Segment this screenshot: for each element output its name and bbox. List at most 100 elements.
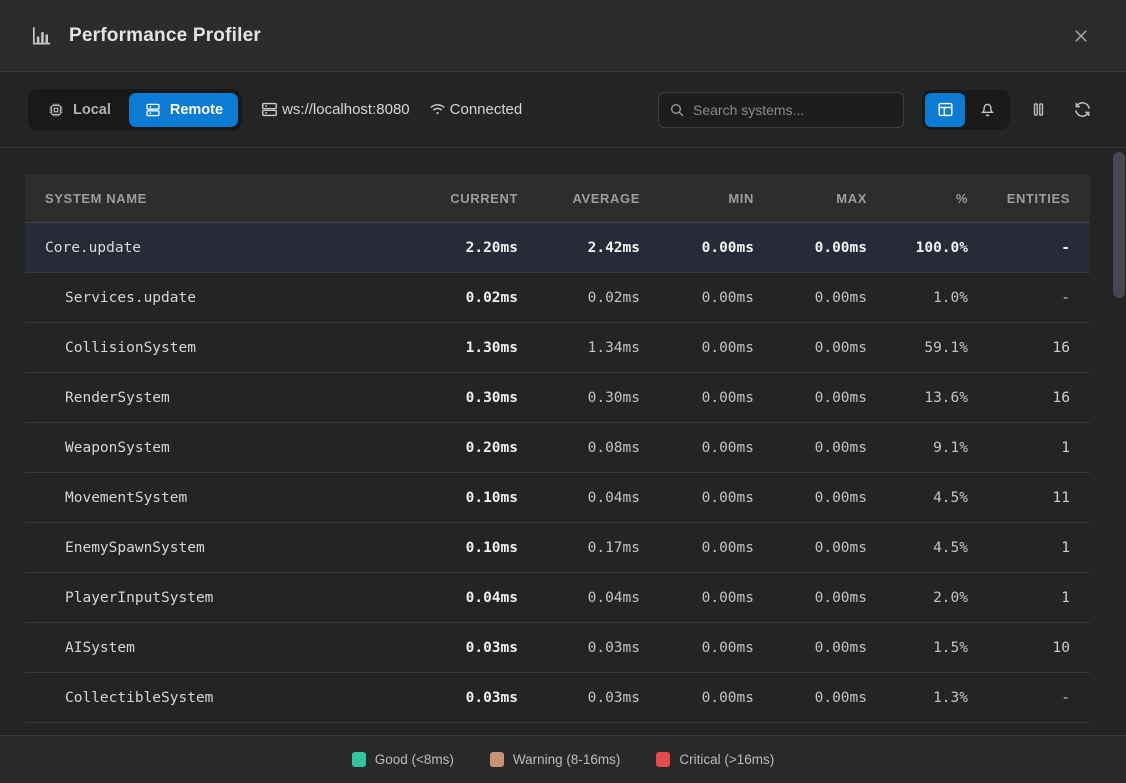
good-swatch [352,752,366,767]
table-row[interactable]: Core.update 2.20ms 2.42ms 0.00ms 0.00ms … [25,223,1090,273]
alerts-button[interactable] [967,93,1007,127]
scrollbar-thumb[interactable] [1113,152,1125,298]
min-cell: 0.00ms [642,440,756,456]
average-cell: 0.04ms [520,490,642,506]
max-cell: 0.00ms [756,640,869,656]
search-box [658,92,904,128]
bell-icon [978,100,997,119]
system-name-cell: Services.update [25,290,408,306]
table-view-icon [936,100,955,119]
connection-status-text: Connected [450,101,523,118]
max-cell: 0.00ms [756,340,869,356]
entities-cell: 1 [970,590,1090,606]
col-average: AVERAGE [520,191,642,206]
toolbar: Local Remote ws://localhost:808 [0,72,1126,148]
current-cell: 0.30ms [408,390,520,406]
connection-url-text: ws://localhost:8080 [282,101,410,118]
current-cell: 0.02ms [408,290,520,306]
table-row[interactable]: Services.update 0.02ms 0.02ms 0.00ms 0.0… [25,273,1090,323]
current-cell: 0.10ms [408,540,520,556]
max-cell: 0.00ms [756,240,869,256]
remote-label: Remote [170,102,223,118]
wifi-icon [428,100,447,119]
table-row[interactable]: EnemySpawnSystem 0.10ms 0.17ms 0.00ms 0.… [25,523,1090,573]
col-max: MAX [756,191,869,206]
col-percent: % [869,191,970,206]
average-cell: 0.17ms [520,540,642,556]
current-cell: 0.03ms [408,690,520,706]
server-icon [260,100,279,119]
toolbar-actions [922,90,1098,130]
scrollbar-track [1113,150,1125,734]
table-row[interactable]: MovementSystem 0.10ms 0.04ms 0.00ms 0.00… [25,473,1090,523]
min-cell: 0.00ms [642,340,756,356]
search-input[interactable] [693,102,893,118]
connection-info: ws://localhost:8080 Connected [260,100,522,119]
min-cell: 0.00ms [642,690,756,706]
connection-status: Connected [428,100,523,119]
average-cell: 1.34ms [520,340,642,356]
legend-item-warning: Warning (8-16ms) [490,752,621,767]
pause-button[interactable] [1022,94,1054,126]
col-min: MIN [642,191,756,206]
percent-cell: 1.5% [869,640,970,656]
entities-cell: 16 [970,390,1090,406]
entities-cell: 11 [970,490,1090,506]
table-row[interactable]: RenderSystem 0.30ms 0.30ms 0.00ms 0.00ms… [25,373,1090,423]
percent-cell: 4.5% [869,540,970,556]
entities-cell: 16 [970,340,1090,356]
entities-cell: - [970,240,1090,256]
percent-cell: 100.0% [869,240,970,256]
current-cell: 0.20ms [408,440,520,456]
local-button[interactable]: Local [32,93,126,127]
average-cell: 0.03ms [520,640,642,656]
source-toggle: Local Remote [28,89,242,131]
table-row[interactable]: CollisionSystem 1.30ms 1.34ms 0.00ms 0.0… [25,323,1090,373]
refresh-icon [1073,100,1092,119]
system-name-cell: CollectibleSystem [25,690,408,706]
cpu-icon [47,101,65,119]
min-cell: 0.00ms [642,290,756,306]
percent-cell: 4.5% [869,490,970,506]
legend-footer: Good (<8ms) Warning (8-16ms) Critical (>… [0,735,1126,783]
min-cell: 0.00ms [642,590,756,606]
table-row[interactable]: CollectibleSystem 0.03ms 0.03ms 0.00ms 0… [25,673,1090,723]
server-icon [144,101,162,119]
min-cell: 0.00ms [642,640,756,656]
local-label: Local [73,102,111,118]
entities-cell: 1 [970,440,1090,456]
pause-icon [1029,100,1048,119]
critical-swatch [656,752,670,767]
max-cell: 0.00ms [756,390,869,406]
table-view-button[interactable] [925,93,965,127]
current-cell: 2.20ms [408,240,520,256]
max-cell: 0.00ms [756,540,869,556]
view-toggle-group [922,90,1010,130]
table-row[interactable]: AISystem 0.03ms 0.03ms 0.00ms 0.00ms 1.5… [25,623,1090,673]
average-cell: 0.02ms [520,290,642,306]
average-cell: 2.42ms [520,240,642,256]
min-cell: 0.00ms [642,540,756,556]
max-cell: 0.00ms [756,590,869,606]
entities-cell: - [970,290,1090,306]
percent-cell: 13.6% [869,390,970,406]
system-name-cell: EnemySpawnSystem [25,540,408,556]
remote-button[interactable]: Remote [129,93,238,127]
table-body: Core.update 2.20ms 2.42ms 0.00ms 0.00ms … [25,223,1090,723]
average-cell: 0.03ms [520,690,642,706]
percent-cell: 1.3% [869,690,970,706]
percent-cell: 59.1% [869,340,970,356]
table-row[interactable]: WeaponSystem 0.20ms 0.08ms 0.00ms 0.00ms… [25,423,1090,473]
connection-url: ws://localhost:8080 [260,100,410,119]
legend-item-good: Good (<8ms) [352,752,454,767]
col-entities: ENTITIES [970,191,1090,206]
critical-label: Critical (>16ms) [679,752,774,767]
current-cell: 1.30ms [408,340,520,356]
table-row[interactable]: PlayerInputSystem 0.04ms 0.04ms 0.00ms 0… [25,573,1090,623]
average-cell: 0.08ms [520,440,642,456]
warning-label: Warning (8-16ms) [513,752,621,767]
min-cell: 0.00ms [642,390,756,406]
legend-item-critical: Critical (>16ms) [656,752,774,767]
close-button[interactable] [1066,21,1096,51]
refresh-button[interactable] [1066,94,1098,126]
